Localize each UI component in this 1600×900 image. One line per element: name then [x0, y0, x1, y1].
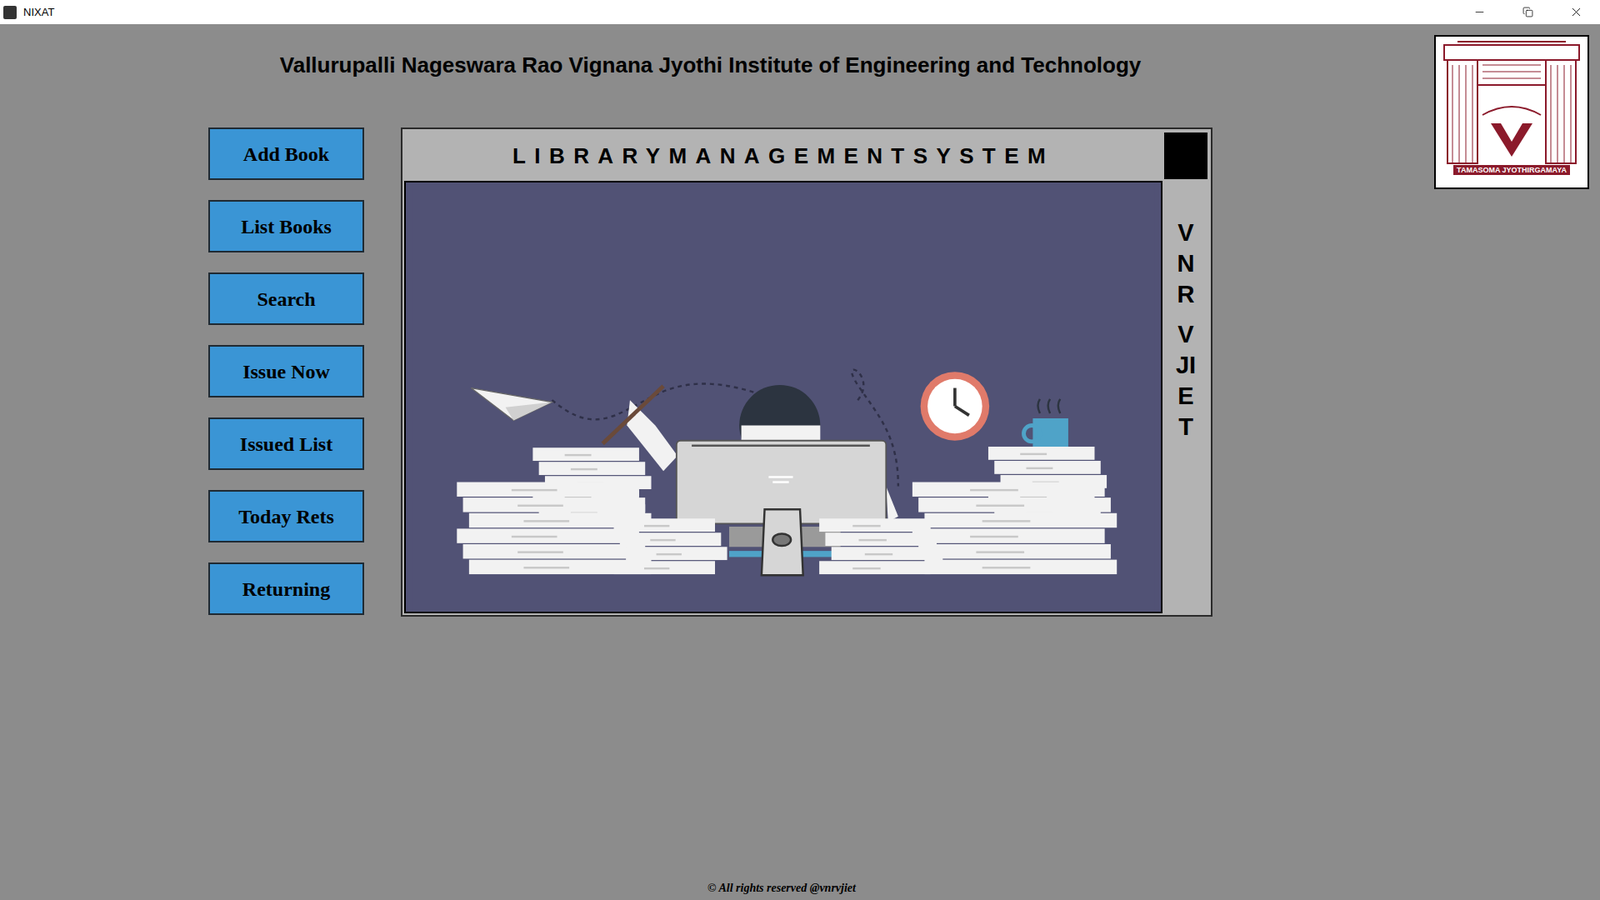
restore-icon[interactable]: [1503, 0, 1552, 25]
black-square: [1164, 132, 1208, 180]
panel-title: LIBRARYMANAGEMENTSYSTEM: [404, 130, 1163, 181]
clock-icon: [920, 371, 990, 441]
illustration-frame: [404, 180, 1163, 614]
app-icon: [3, 5, 17, 20]
menu-button[interactable]: Returning: [208, 562, 365, 615]
menu-button[interactable]: Add Book: [208, 127, 365, 180]
window-title: NIXAT: [23, 4, 55, 21]
title-bar: NIXAT: [0, 0, 1600, 25]
menu-button[interactable]: List Books: [208, 200, 365, 253]
institute-logo: TAMASOMA JYOTHIRGAMAYA: [1434, 35, 1590, 190]
side-text: VNR VJIET: [1162, 180, 1210, 614]
vertical-text: VJIET: [1174, 319, 1199, 442]
mug-icon: [1023, 399, 1068, 450]
app-window: NIXAT Vallurupalli Nageswara Rao Vignana …: [0, 0, 1600, 900]
pencil-icon: [602, 385, 664, 444]
institute-heading: Vallurupalli Nageswara Rao Vignana Jyoth…: [208, 51, 1213, 79]
main-panel: LIBRARYMANAGEMENTSYSTEM VNR VJIET: [400, 127, 1213, 617]
menu-button[interactable]: Issued List: [208, 417, 365, 470]
paper-plane-icon: [470, 388, 552, 421]
temple-gate-icon: [1440, 40, 1583, 165]
close-icon[interactable]: [1551, 0, 1600, 25]
vertical-text: VNR: [1174, 217, 1199, 310]
paper-stack-icon: [614, 518, 728, 575]
menu-button[interactable]: Issue Now: [208, 345, 365, 398]
logo-motto: TAMASOMA JYOTHIRGAMAYA: [1453, 165, 1570, 175]
button-column: Add Book List Books Search Issue Now Issued …: [208, 127, 365, 617]
menu-button[interactable]: Today Rets: [208, 490, 365, 543]
paper-stack-icon: [912, 482, 1117, 575]
minimize-icon[interactable]: [1455, 0, 1504, 25]
library-illustration-icon: [405, 182, 1161, 612]
menu-button[interactable]: Search: [208, 272, 365, 325]
footer-text: © All rights reserved @vnrvjiet: [707, 879, 856, 897]
